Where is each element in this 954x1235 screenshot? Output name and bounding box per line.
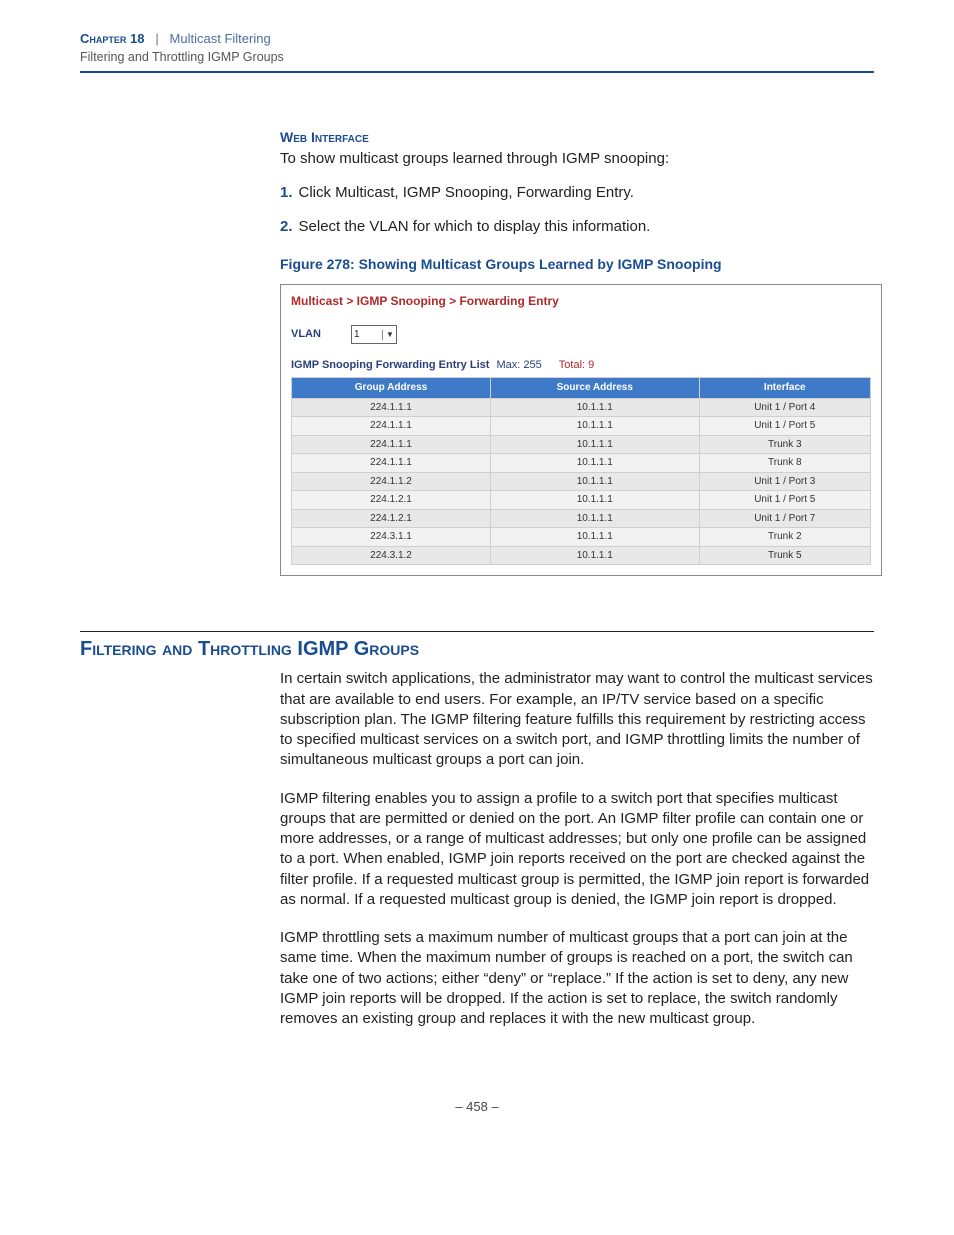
section-rule: [80, 631, 874, 632]
step-1-text: Click Multicast, IGMP Snooping, Forwardi…: [299, 184, 634, 201]
table-cell: 224.3.1.1: [292, 528, 491, 547]
section-p3: IGMP throttling sets a maximum number of…: [280, 928, 874, 1029]
step-2-text: Select the VLAN for which to display thi…: [299, 218, 651, 235]
col-source: Source Address: [491, 378, 700, 399]
figure-caption: Figure 278: Showing Multicast Groups Lea…: [280, 255, 874, 274]
header-rule: [80, 71, 874, 73]
vlan-select-value: 1: [354, 328, 360, 342]
table-cell: Unit 1 / Port 3: [699, 472, 870, 491]
breadcrumb: Multicast > IGMP Snooping > Forwarding E…: [291, 293, 871, 309]
section-title: Filtering and Throttling IGMP Groups: [80, 638, 874, 661]
table-cell: 10.1.1.1: [491, 509, 700, 528]
list-max: Max: 255: [496, 359, 541, 371]
table-row: 224.1.1.110.1.1.1Trunk 3: [292, 435, 871, 454]
page-number: – 458 –: [80, 1099, 874, 1114]
table-cell: Unit 1 / Port 7: [699, 509, 870, 528]
table-row: 224.3.1.110.1.1.1Trunk 2: [292, 528, 871, 547]
table-cell: Trunk 2: [699, 528, 870, 547]
step-2: 2.Select the VLAN for which to display t…: [280, 217, 874, 237]
vlan-label: VLAN: [291, 327, 321, 342]
table-cell: 10.1.1.1: [491, 472, 700, 491]
table-row: 224.3.1.210.1.1.1Trunk 5: [292, 546, 871, 565]
table-cell: Trunk 3: [699, 435, 870, 454]
table-cell: Unit 1 / Port 5: [699, 491, 870, 510]
list-label: IGMP Snooping Forwarding Entry List: [291, 359, 489, 371]
table-cell: 10.1.1.1: [491, 454, 700, 473]
steps-list: 1.Click Multicast, IGMP Snooping, Forwar…: [280, 183, 874, 238]
web-interface-heading: Web Interface: [280, 128, 874, 147]
table-row: 224.1.1.110.1.1.1Unit 1 / Port 4: [292, 398, 871, 417]
header-separator: |: [155, 31, 158, 46]
table-cell: 10.1.1.1: [491, 546, 700, 565]
table-cell: 10.1.1.1: [491, 528, 700, 547]
intro-lead: To show multicast groups learned through…: [280, 149, 874, 169]
table-cell: 224.1.2.1: [292, 491, 491, 510]
table-cell: 224.1.1.1: [292, 435, 491, 454]
table-cell: 10.1.1.1: [491, 435, 700, 454]
table-cell: 10.1.1.1: [491, 491, 700, 510]
table-cell: 224.1.1.1: [292, 454, 491, 473]
chapter-label: Chapter 18: [80, 31, 144, 46]
table-cell: 224.1.2.1: [292, 509, 491, 528]
table-cell: 10.1.1.1: [491, 398, 700, 417]
table-cell: 224.1.1.1: [292, 417, 491, 436]
col-interface: Interface: [699, 378, 870, 399]
table-cell: Unit 1 / Port 5: [699, 417, 870, 436]
chapter-subtitle: Filtering and Throttling IGMP Groups: [80, 50, 284, 64]
table-cell: Trunk 5: [699, 546, 870, 565]
table-row: 224.1.2.110.1.1.1Unit 1 / Port 7: [292, 509, 871, 528]
table-cell: Unit 1 / Port 4: [699, 398, 870, 417]
table-row: 224.1.1.110.1.1.1Trunk 8: [292, 454, 871, 473]
col-group: Group Address: [292, 378, 491, 399]
section-p2: IGMP filtering enables you to assign a p…: [280, 789, 874, 911]
chapter-title: Multicast Filtering: [170, 31, 271, 46]
step-1: 1.Click Multicast, IGMP Snooping, Forwar…: [280, 183, 874, 203]
list-caption: IGMP Snooping Forwarding Entry List Max:…: [291, 358, 871, 373]
table-row: 224.1.2.110.1.1.1Unit 1 / Port 5: [292, 491, 871, 510]
table-cell: 224.3.1.2: [292, 546, 491, 565]
running-header: Chapter 18 | Multicast Filtering Filteri…: [80, 30, 874, 67]
table-cell: 224.1.1.1: [292, 398, 491, 417]
chevron-down-icon: ▼: [382, 330, 394, 341]
table-row: 224.1.1.210.1.1.1Unit 1 / Port 3: [292, 472, 871, 491]
section-p1: In certain switch applications, the admi…: [280, 669, 874, 770]
forwarding-table: Group Address Source Address Interface 2…: [291, 377, 871, 565]
table-cell: 224.1.1.2: [292, 472, 491, 491]
forwarding-entry-panel: Multicast > IGMP Snooping > Forwarding E…: [280, 284, 882, 576]
table-cell: Trunk 8: [699, 454, 870, 473]
vlan-select[interactable]: 1 ▼: [351, 325, 397, 344]
list-total: Total: 9: [559, 359, 594, 371]
table-row: 224.1.1.110.1.1.1Unit 1 / Port 5: [292, 417, 871, 436]
table-cell: 10.1.1.1: [491, 417, 700, 436]
